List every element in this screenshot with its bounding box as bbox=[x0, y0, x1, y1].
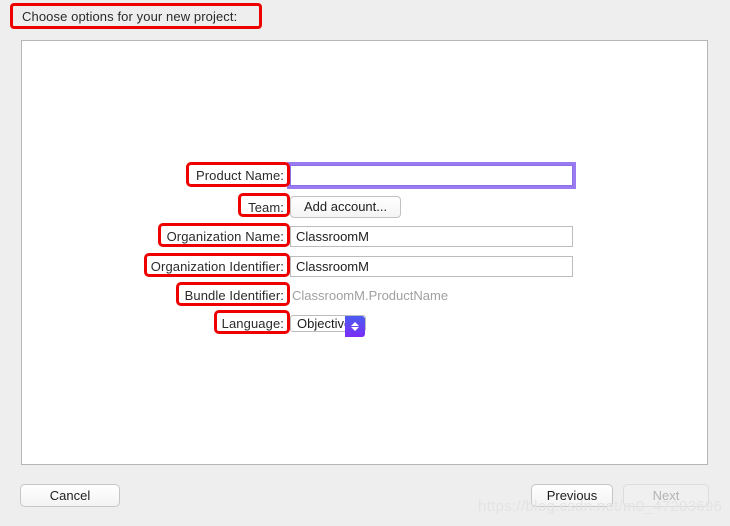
field-wrap-organization-name bbox=[290, 225, 573, 247]
field-wrap-team: Add account... bbox=[290, 196, 402, 218]
stepper-up-down-icon[interactable] bbox=[344, 315, 365, 337]
watermark-text: https://blog.csdn.net/m0_47203696 bbox=[478, 498, 723, 515]
cancel-button[interactable]: Cancel bbox=[20, 484, 120, 507]
product-name-input[interactable] bbox=[290, 164, 573, 186]
chevron-down-icon bbox=[350, 326, 359, 331]
options-panel bbox=[21, 40, 708, 465]
dialog-title: Choose options for your new project: bbox=[22, 9, 238, 24]
chevron-up-icon bbox=[350, 321, 359, 326]
add-account-button[interactable]: Add account... bbox=[290, 196, 402, 218]
field-wrap-organization-identifier bbox=[290, 255, 573, 277]
organization-name-input[interactable] bbox=[290, 225, 573, 247]
organization-identifier-input[interactable] bbox=[290, 255, 573, 277]
field-wrap-language: Objective-C bbox=[290, 313, 366, 337]
language-popup-button[interactable]: Objective-C bbox=[290, 314, 366, 337]
field-wrap-product-name bbox=[290, 164, 573, 186]
